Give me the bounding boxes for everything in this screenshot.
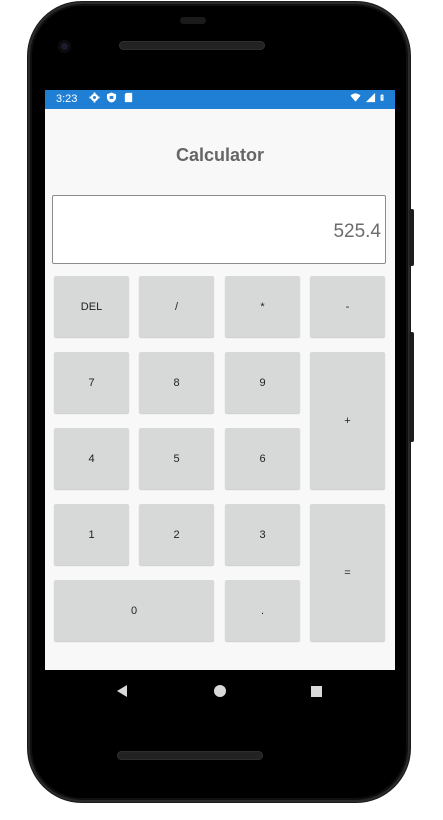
shield-icon [106, 92, 117, 103]
divide-button[interactable]: / [139, 276, 214, 337]
status-time: 3:23 [56, 93, 78, 105]
power-button [409, 209, 414, 266]
plus-button[interactable]: + [310, 352, 385, 489]
wifi-icon [350, 93, 361, 102]
three-button[interactable]: 3 [225, 504, 300, 565]
multiply-button[interactable]: * [225, 276, 300, 337]
status-left-icons [89, 92, 134, 103]
signal-icon [365, 92, 376, 103]
two-button[interactable]: 2 [139, 504, 214, 565]
volume-button [409, 332, 414, 442]
recents-icon[interactable] [311, 686, 322, 697]
home-icon[interactable] [214, 685, 226, 697]
status-bar: 3:23 [45, 90, 395, 109]
one-button[interactable]: 1 [54, 504, 129, 565]
minus-button[interactable]: - [310, 276, 385, 337]
del-button[interactable]: DEL [54, 276, 129, 337]
eight-button[interactable]: 8 [139, 352, 214, 413]
display-value: 525.4 [333, 221, 381, 242]
back-icon[interactable] [117, 685, 127, 697]
proximity-sensor [180, 17, 206, 24]
navigation-bar [45, 670, 395, 712]
four-button[interactable]: 4 [54, 428, 129, 489]
nine-button[interactable]: 9 [225, 352, 300, 413]
earpiece-speaker [119, 41, 265, 50]
five-button[interactable]: 5 [139, 428, 214, 489]
page-title: Calculator [175, 145, 265, 165]
battery-icon [380, 94, 384, 101]
zero-button[interactable]: 0 [54, 580, 214, 641]
six-button[interactable]: 6 [225, 428, 300, 489]
equals-button[interactable]: = [310, 504, 385, 641]
result-display: 525.4 [52, 195, 386, 264]
status-right-icons [350, 92, 387, 103]
decimal-button[interactable]: . [225, 580, 300, 641]
bottom-speaker [117, 751, 263, 760]
seven-button[interactable]: 7 [54, 352, 129, 413]
front-camera-icon [58, 40, 71, 53]
gear-icon [89, 92, 100, 103]
sd-card-icon [124, 92, 133, 103]
app-screen: 3:23 Calculator 525.4 DEL / * - 7 8 9 + … [45, 90, 395, 670]
